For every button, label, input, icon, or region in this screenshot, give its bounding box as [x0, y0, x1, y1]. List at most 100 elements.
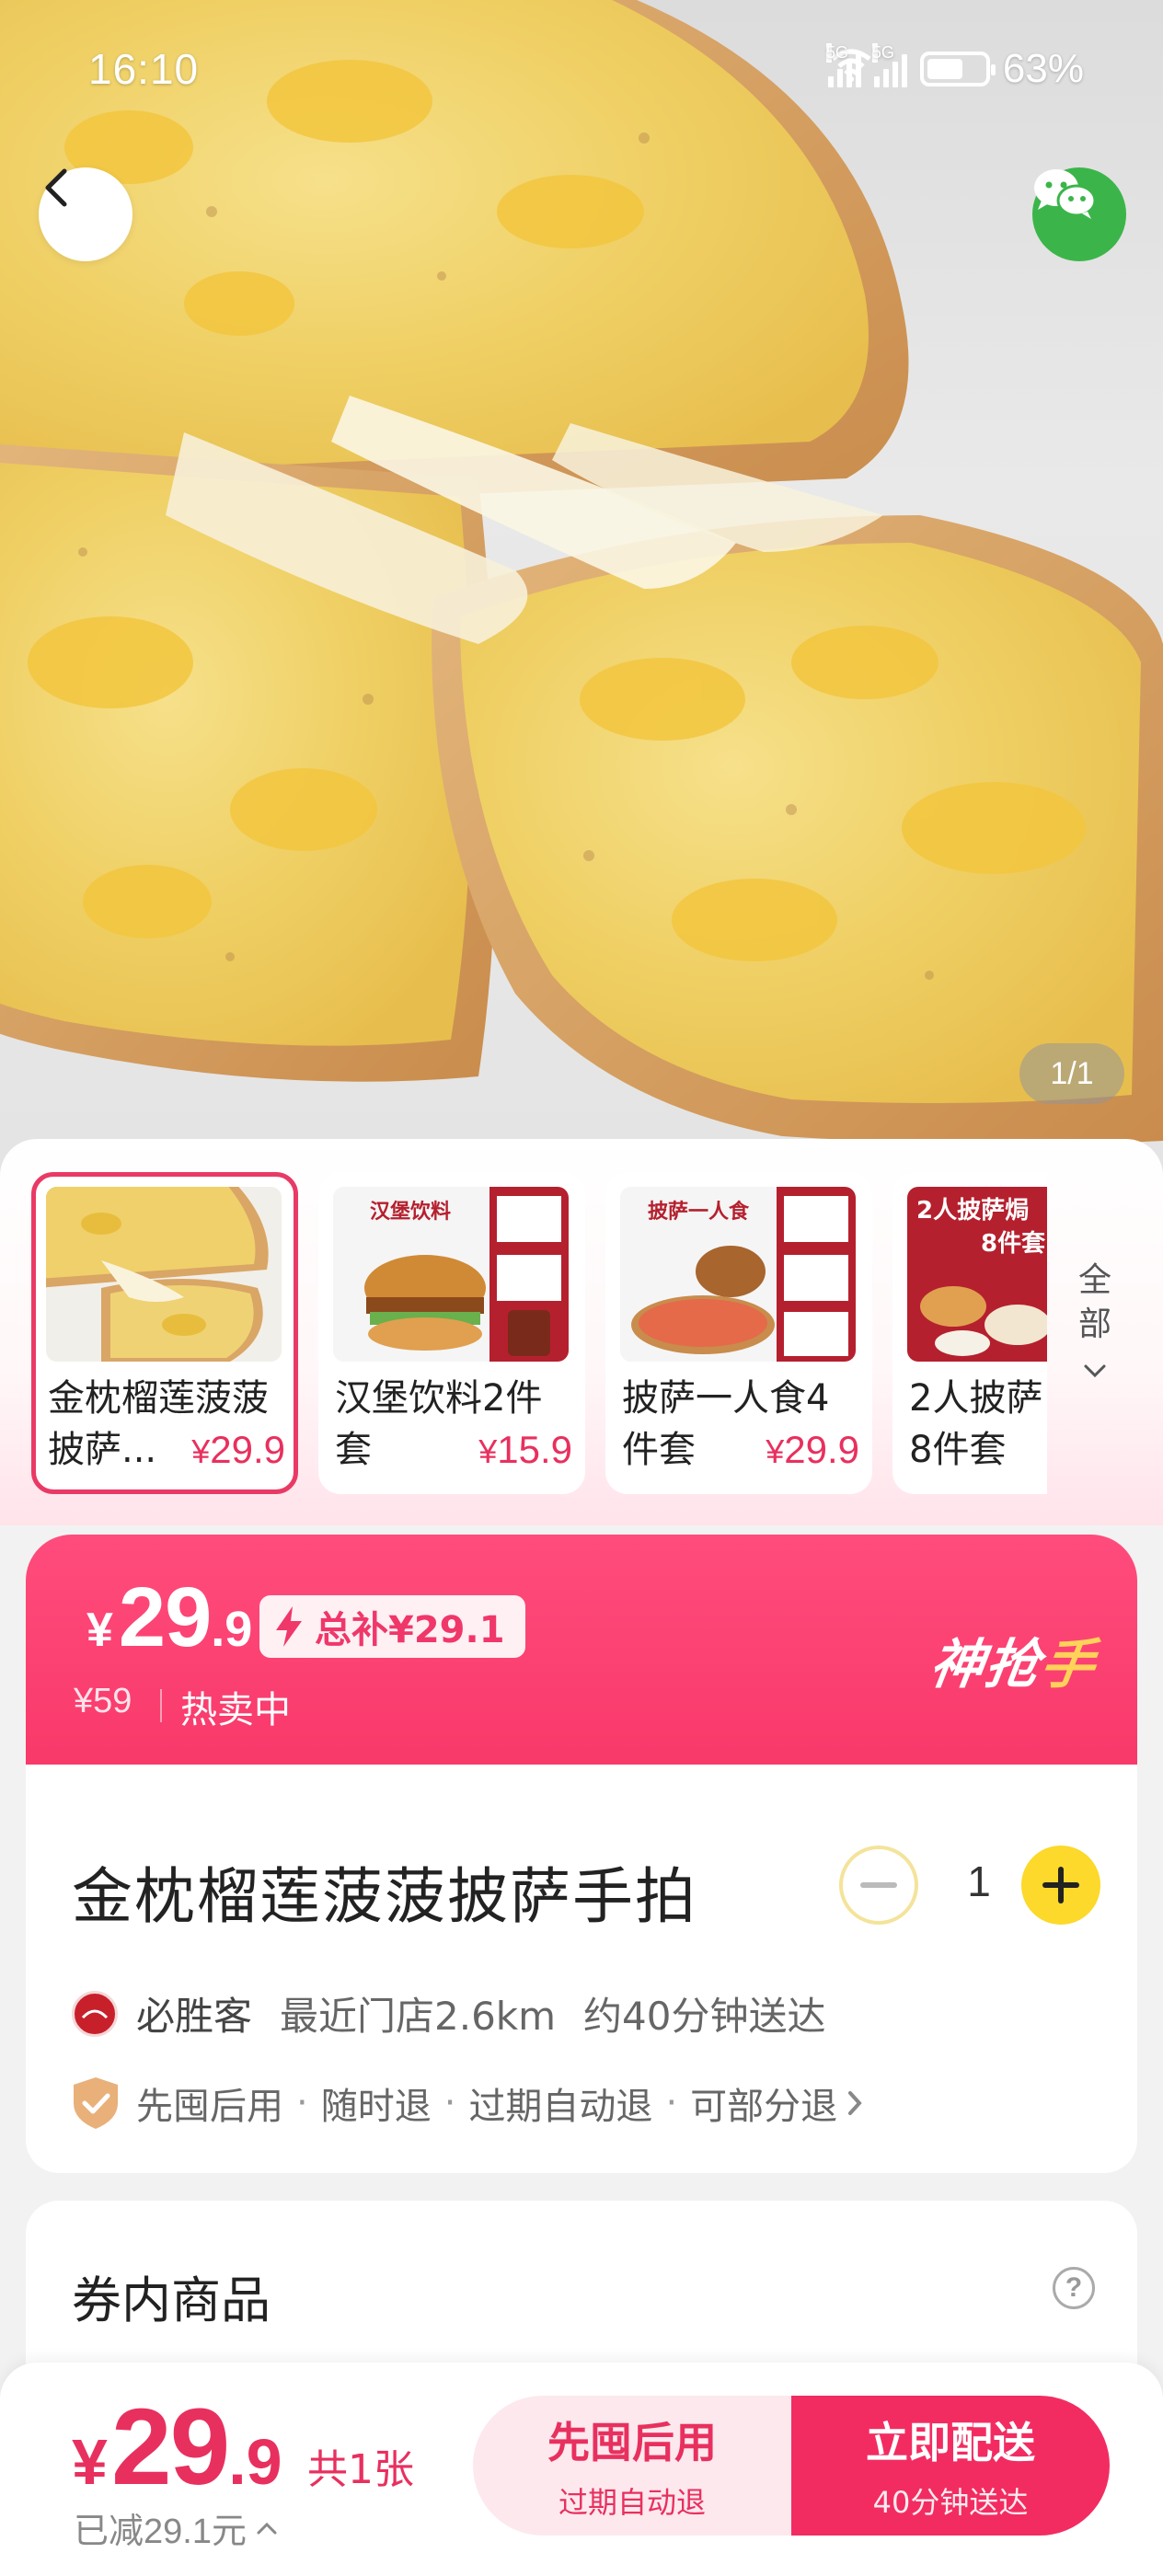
- variant-thumbnail: [46, 1187, 282, 1362]
- price-integer: 29: [110, 2386, 230, 2508]
- variant-item[interactable]: 汉堡饮料 汉堡饮料2件套 ¥15.9: [318, 1172, 585, 1494]
- campaign-logo-text: 手: [1036, 1633, 1101, 1696]
- subsidy-badge: 总补¥29.1: [259, 1595, 525, 1658]
- hero-image: 16:10 5G 5G 63% 1/1: [0, 0, 1163, 1196]
- signal-icon: 5G: [825, 43, 861, 87]
- currency-symbol: ¥: [72, 2426, 108, 2498]
- store-name: 必胜客: [136, 1994, 253, 2039]
- buy-later-button[interactable]: 先囤后用 过期自动退: [473, 2396, 791, 2536]
- image-page-indicator: 1/1: [1019, 1043, 1124, 1104]
- quantity-decrease-button[interactable]: [839, 1846, 918, 1925]
- back-button[interactable]: [39, 167, 132, 261]
- separator-dot: ·: [443, 2082, 456, 2124]
- variant-item[interactable]: 披萨一人食 披萨一人食4件套 ¥29.9: [605, 1172, 872, 1494]
- store-distance: 最近门店2.6km: [280, 1994, 557, 2039]
- sale-status: 热卖中: [180, 1689, 291, 1731]
- variant-item[interactable]: 金枕榴莲菠菠披萨... ¥29.9: [31, 1172, 298, 1494]
- variant-item[interactable]: 2人披萨焗 8件套 2人披萨8件套: [892, 1172, 1047, 1494]
- wechat-icon: [1034, 169, 1097, 219]
- campaign-logo-text: 神抢: [926, 1633, 1046, 1696]
- product-title: 金枕榴莲菠菠披萨手拍: [72, 1861, 697, 1932]
- section-title: 券内商品: [72, 2271, 271, 2329]
- variant-name: 2人披萨8件套: [909, 1377, 1043, 1471]
- subsidy-text: 总补¥29.1: [315, 1609, 505, 1651]
- combo-thumbnail: 披萨一人食: [620, 1187, 856, 1362]
- plus-icon: [1042, 1867, 1079, 1903]
- price-decimal: .9: [228, 2426, 282, 2498]
- bottom-action-bar: ¥ 29 .9 共1张 已减29.1元 先囤后用 过期自动退 立即配送 40分钟…: [0, 2363, 1163, 2576]
- status-icons: 5G 5G 63%: [825, 43, 1084, 92]
- price-banner: ¥ 29 .9 总补¥29.1 ¥59 热卖中 神抢手: [26, 1535, 1137, 1765]
- battery-percent: 63%: [1002, 46, 1084, 91]
- chevron-down-icon: [1084, 1364, 1106, 1378]
- pizza-thumbnail: [46, 1187, 282, 1362]
- product-info-card: 金枕榴莲菠菠披萨手拍 1 必胜客 最近门店2.6km 约40分钟送达 先囤后用 …: [26, 1765, 1137, 2173]
- all-label: 全: [1077, 1261, 1111, 1299]
- currency-symbol: ¥: [86, 1604, 113, 1657]
- battery-level: [927, 59, 962, 79]
- all-variants-button[interactable]: 全 部: [1049, 1259, 1141, 1391]
- campaign-logo: 神抢手: [926, 1621, 1102, 1698]
- button-sublabel: 40分钟送达: [872, 2485, 1029, 2520]
- variant-price-value: 29.9: [210, 1428, 285, 1471]
- shield-check-icon: [74, 2077, 118, 2129]
- quantity-value: 1: [967, 1857, 991, 1905]
- variant-price: ¥15.9: [478, 1424, 572, 1478]
- separator-dot: ·: [665, 2082, 678, 2124]
- currency-symbol: ¥: [766, 1432, 785, 1470]
- all-label: 部: [1077, 1305, 1111, 1343]
- variant-selector: 金枕榴莲菠菠披萨... ¥29.9 汉堡饮料 汉堡饮料2件套 ¥15.9 披萨一…: [0, 1139, 1163, 1525]
- variant-price: ¥29.9: [191, 1424, 285, 1478]
- discount-text: 已减29.1元: [74, 2513, 247, 2551]
- price-decimal: .9: [211, 1602, 253, 1657]
- status-bar: 16:10 5G 5G 63%: [0, 37, 1163, 110]
- store-logo-icon: [81, 2009, 109, 2018]
- total-price: ¥ 29 .9: [72, 2385, 282, 2510]
- store-logo: [72, 1990, 118, 2037]
- variant-price-value: 29.9: [784, 1428, 859, 1471]
- signal-type-label: 5G: [825, 43, 848, 63]
- thumb-badge-text: 2人披萨焗: [916, 1197, 1029, 1225]
- burger-thumbnail: 汉堡饮料: [333, 1187, 569, 1362]
- status-time: 16:10: [88, 45, 200, 93]
- guarantee-item: 可部分退: [690, 2086, 838, 2128]
- variant-price: ¥29.9: [766, 1424, 859, 1478]
- thumb-count-text: 8件套: [981, 1230, 1046, 1258]
- quantity-increase-button[interactable]: [1021, 1846, 1100, 1925]
- variant-thumbnail: 披萨一人食: [620, 1187, 856, 1362]
- currency-symbol: ¥: [478, 1432, 498, 1470]
- help-icon[interactable]: ?: [1053, 2267, 1095, 2309]
- deliver-now-button[interactable]: 立即配送 40分钟送达: [791, 2396, 1110, 2536]
- chevron-right-icon: [848, 2091, 862, 2115]
- wechat-share-button[interactable]: [1032, 167, 1126, 261]
- purchase-buttons: 先囤后用 过期自动退 立即配送 40分钟送达: [473, 2396, 1110, 2536]
- minus-icon: [860, 1882, 897, 1888]
- button-sublabel: 过期自动退: [558, 2485, 706, 2520]
- store-info-row[interactable]: 必胜客 最近门店2.6km 约40分钟送达: [72, 1985, 826, 2041]
- bolt-icon: [276, 1606, 302, 1647]
- separator-dot: ·: [296, 2082, 308, 2124]
- guarantee-item: 过期自动退: [468, 2086, 653, 2128]
- guarantee-item: 先囤后用: [136, 2086, 283, 2128]
- original-price: ¥59: [74, 1682, 132, 1720]
- signal-type-label: 5G: [871, 43, 894, 63]
- deal-price: ¥ 29 .9: [86, 1570, 252, 1666]
- guarantee-item: 随时退: [320, 2086, 432, 2128]
- guarantee-row[interactable]: 先囤后用 · 随时退 · 过期自动退 · 可部分退: [70, 2076, 863, 2131]
- delivery-time: 约40分钟送达: [583, 1994, 826, 2039]
- button-label: 立即配送: [866, 2418, 1035, 2467]
- signal-icon: 5G: [871, 43, 907, 87]
- combo-thumbnail: 2人披萨焗 8件套: [907, 1187, 1047, 1362]
- variant-price-value: 15.9: [497, 1428, 572, 1471]
- price-integer: 29: [118, 1570, 212, 1664]
- thumb-badge-text: 汉堡饮料: [370, 1200, 451, 1224]
- variant-thumbnail: 2人披萨焗 8件套: [907, 1187, 1047, 1362]
- variant-thumbnail: 汉堡饮料: [333, 1187, 569, 1362]
- thumb-badge-text: 披萨一人食: [648, 1200, 750, 1224]
- pizza-image: [0, 0, 1163, 1144]
- battery-icon: [919, 52, 996, 86]
- divider: [160, 1689, 162, 1722]
- discount-summary[interactable]: 已减29.1元: [74, 2502, 278, 2553]
- back-arrow-icon: [45, 168, 67, 207]
- currency-symbol: ¥: [191, 1432, 211, 1470]
